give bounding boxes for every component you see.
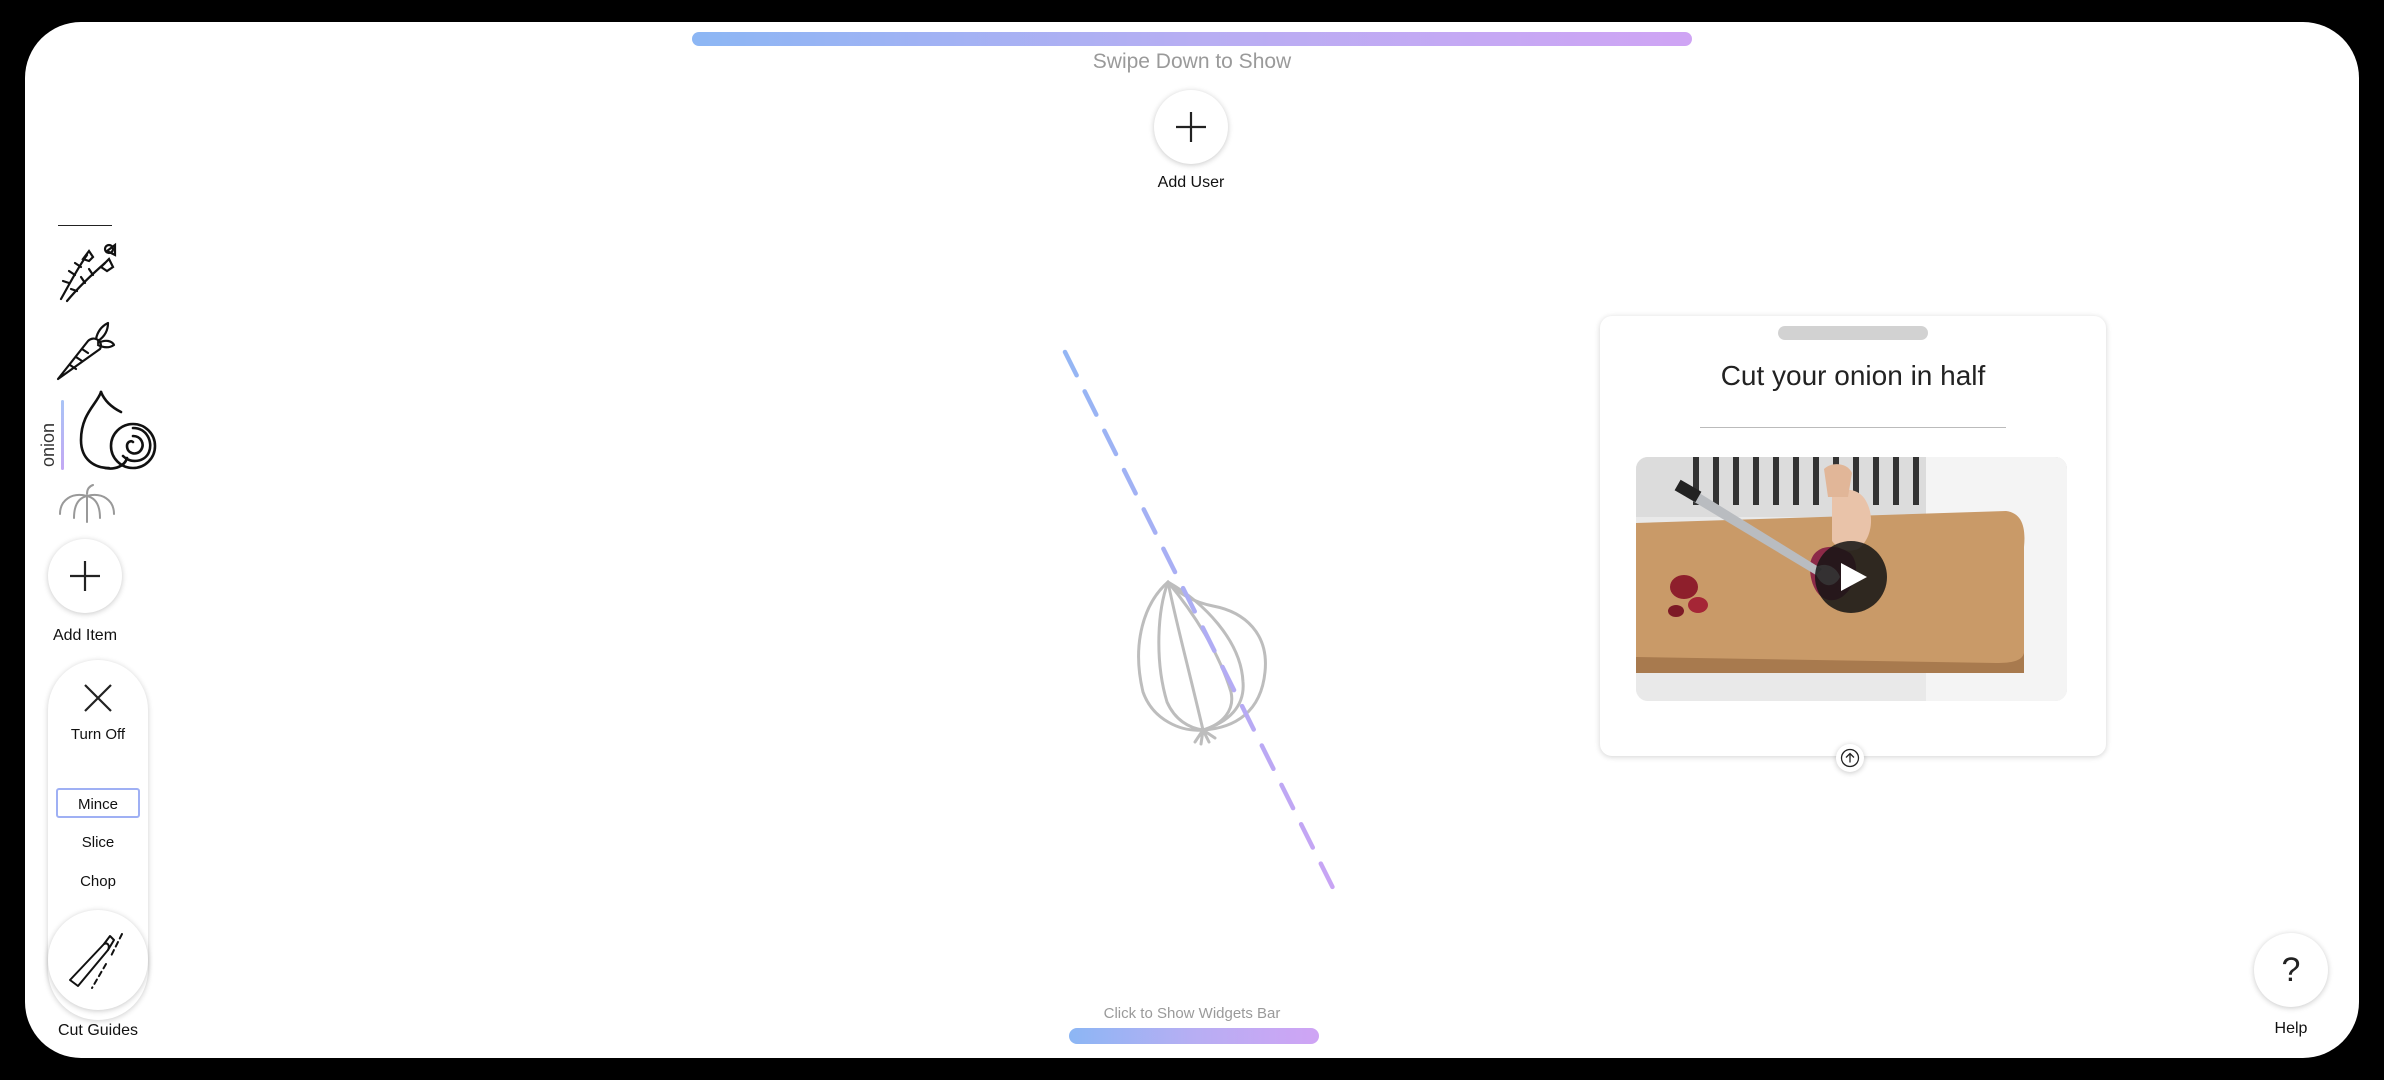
plus-icon [1176, 112, 1206, 142]
add-user-label: Add User [1157, 174, 1225, 191]
close-icon[interactable] [82, 682, 114, 714]
arrow-up-icon [1840, 748, 1860, 768]
sidebar-divider [58, 225, 112, 226]
help-button[interactable]: ? [2254, 933, 2328, 1007]
selected-item-label: onion [38, 422, 58, 467]
asparagus-icon[interactable] [55, 237, 117, 303]
onion-icon[interactable] [75, 388, 159, 472]
instruction-title: Cut your onion in half [1720, 360, 1986, 391]
card-divider [1700, 427, 2006, 428]
play-button[interactable] [1815, 541, 1887, 613]
carrot-icon[interactable] [54, 319, 116, 383]
cut-guides-label: Cut Guides [57, 1022, 139, 1039]
widgets-bar-hint: Click to Show Widgets Bar [1103, 1005, 1281, 1022]
top-swipe-bar[interactable] [692, 32, 1692, 46]
card-collapse-button[interactable] [1836, 744, 1864, 772]
cut-guide-canvas [1062, 349, 1340, 899]
add-item-button[interactable] [48, 539, 122, 613]
add-user-button[interactable] [1154, 90, 1228, 164]
cut-option-chop[interactable]: Chop [56, 867, 140, 897]
card-handle[interactable] [1778, 326, 1928, 340]
add-item-label: Add Item [52, 627, 118, 644]
question-icon: ? [2281, 951, 2301, 989]
turn-off-label[interactable]: Turn Off [48, 726, 148, 743]
cut-option-mince[interactable]: Mince [56, 788, 140, 818]
app-screen: Swipe Down to Show Add User onion Add It… [25, 22, 2359, 1058]
plus-icon [70, 561, 100, 591]
cut-guides-button[interactable] [48, 910, 148, 1010]
play-icon [1841, 563, 1867, 591]
cut-guide-line[interactable] [1062, 349, 1340, 899]
help-label: Help [2274, 1020, 2308, 1037]
swipe-hint: Swipe Down to Show [1092, 50, 1292, 73]
selected-item-indicator [61, 400, 64, 470]
knife-icon [69, 933, 123, 989]
instruction-card: Cut your onion in half [1600, 316, 2106, 756]
instruction-video[interactable] [1636, 457, 2067, 701]
widgets-bar-handle[interactable] [1069, 1028, 1319, 1044]
pumpkin-icon[interactable] [58, 484, 116, 526]
cut-option-slice[interactable]: Slice [56, 828, 140, 858]
